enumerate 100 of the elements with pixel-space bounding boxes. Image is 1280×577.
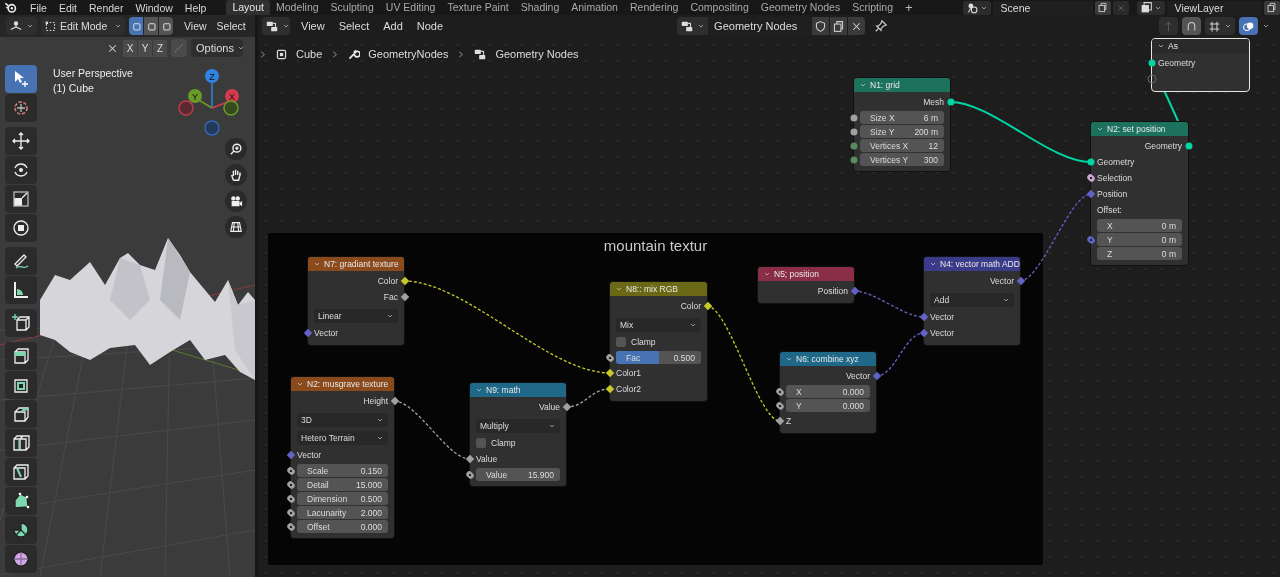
- socket-label: Vector: [314, 328, 339, 338]
- number-field[interactable]: Value 15.900: [476, 468, 560, 481]
- number-field[interactable]: Offset 0.000: [297, 520, 388, 533]
- number-field[interactable]: Size X 6 m: [860, 111, 944, 124]
- number-field[interactable]: Size Y 200 m: [860, 125, 944, 138]
- menu-item[interactable]: Select: [211, 20, 251, 32]
- slider-field[interactable]: Fac 0.500: [616, 351, 701, 364]
- dropdown[interactable]: 3D: [297, 413, 388, 427]
- node-header[interactable]: N7: gradiant texture: [308, 257, 404, 271]
- menu-item[interactable]: Edit: [52, 1, 83, 14]
- number-field[interactable]: Y 0 m: [1097, 233, 1182, 246]
- breadcrumb-item[interactable]: Geometry Nodes: [495, 48, 579, 60]
- dropdown[interactable]: Add: [930, 293, 1014, 307]
- number-field[interactable]: Scale 0.150: [297, 464, 388, 477]
- node-card[interactable]: N6: combine xyz Vector X 0.000 Y 0.000 Z: [779, 351, 877, 434]
- node-card[interactable]: N5; position Position: [757, 266, 855, 304]
- section-label: Offset:: [1097, 205, 1122, 215]
- number-field[interactable]: Vertices X 12: [860, 139, 944, 152]
- node-title: N1: grid: [870, 80, 900, 90]
- add-workspace-button[interactable]: +: [899, 0, 919, 15]
- workspace-tab[interactable]: Animation: [565, 0, 624, 15]
- number-field[interactable]: X 0.000: [786, 385, 870, 398]
- socket-label: Vector: [930, 312, 955, 322]
- menu-item[interactable]: Help: [178, 1, 213, 14]
- frame-label: mountain textur: [603, 237, 708, 255]
- node-title: N4: vector math ADD: [940, 259, 1020, 269]
- workspace-tab[interactable]: Scripting: [846, 0, 899, 15]
- node-header[interactable]: N2: musgrave texture: [291, 377, 394, 391]
- socket-label: Position: [1097, 189, 1128, 199]
- node-header[interactable]: N8:: mix RGB: [610, 282, 707, 296]
- node-card[interactable]: N4: vector math ADD Vector Add Vector Vector: [923, 256, 1021, 346]
- number-field[interactable]: Detail 15.000: [297, 478, 388, 491]
- mode-dropdown[interactable]: Edit Mode: [41, 17, 125, 35]
- node-header[interactable]: N9: math: [470, 383, 566, 397]
- view-layer-field[interactable]: ViewLayer: [1166, 0, 1262, 15]
- breadcrumb-item[interactable]: Cube: [296, 48, 323, 60]
- workspace-tab[interactable]: Shading: [514, 0, 566, 15]
- node-card[interactable]: N7: gradiant texture Color Fac Linear Vector: [307, 256, 405, 346]
- dropdown[interactable]: Linear: [314, 309, 398, 323]
- menu-item[interactable]: Node: [409, 20, 451, 32]
- dropdown[interactable]: Mix: [616, 318, 701, 332]
- socket-label: Value: [538, 402, 560, 412]
- workspace-tab[interactable]: Sculpting: [324, 0, 380, 15]
- node-card[interactable]: As Geometry: [1151, 38, 1250, 92]
- node-header[interactable]: N4: vector math ADD: [924, 257, 1020, 271]
- node-card[interactable]: N9: math Value Multiply Clamp Value Value 15.900: [469, 382, 567, 487]
- workspace-tab[interactable]: UV Editing: [379, 0, 442, 15]
- menu-item[interactable]: Render: [83, 1, 130, 14]
- node-card[interactable]: N2: musgrave texture Height 3D Hetero Terrain Vector Scale 0.150 Detail 15.000 Dimension 0.500 Lacunarity 2.000 Offset 0.000: [290, 376, 395, 539]
- socket-label: Vector: [297, 450, 322, 460]
- number-field[interactable]: Vertices Y 300: [860, 153, 944, 166]
- menu-item[interactable]: View: [294, 20, 332, 32]
- socket-label: Geometry: [1097, 157, 1135, 167]
- node-header[interactable]: N5; position: [758, 267, 854, 281]
- workspace-tab[interactable]: Rendering: [623, 0, 685, 15]
- number-field[interactable]: Y 0.000: [786, 399, 870, 412]
- viewport-info-text: (1) Cube: [53, 82, 95, 94]
- axis-label: Y: [192, 91, 198, 102]
- socket-label: Z: [786, 416, 792, 426]
- dropdown[interactable]: Multiply: [476, 419, 560, 433]
- scene-field[interactable]: Scene: [992, 0, 1093, 15]
- workspace-tab[interactable]: Compositing: [684, 0, 755, 15]
- node-title: N2: musgrave texture: [307, 379, 389, 389]
- number-field[interactable]: Lacunarity 2.000: [297, 506, 388, 519]
- socket-label: Position: [817, 286, 848, 296]
- node-card[interactable]: N1: grid Mesh Size X 6 m Size Y 200 m Vertices X 12 Vertices Y 300: [853, 77, 951, 172]
- checkbox-label: Clamp: [491, 438, 516, 448]
- node-header[interactable]: N1: grid: [854, 78, 950, 92]
- workspace-tab[interactable]: Modeling: [269, 0, 325, 15]
- breadcrumb-item[interactable]: GeometryNodes: [368, 48, 449, 60]
- options-dropdown[interactable]: Options: [191, 39, 243, 57]
- menu-item[interactable]: Select: [331, 20, 377, 32]
- number-field[interactable]: Dimension 0.500: [297, 492, 388, 505]
- socket-label: Geometry: [1144, 141, 1182, 151]
- workspace-tab[interactable]: Geometry Nodes: [754, 0, 847, 15]
- node-header[interactable]: N2: set position: [1091, 122, 1188, 136]
- socket-label: Geometry: [1158, 58, 1196, 68]
- dropdown[interactable]: Hetero Terrain: [297, 431, 388, 445]
- node-card[interactable]: N8:: mix RGB Color Mix Clamp Fac 0.500 Color1 Color2: [609, 281, 708, 402]
- workspace-tab[interactable]: Texture Paint: [441, 0, 515, 15]
- socket-label: Color: [680, 301, 701, 311]
- socket-label: Height: [363, 396, 388, 406]
- socket-label: Color: [377, 276, 398, 286]
- node-header[interactable]: As: [1152, 39, 1249, 53]
- node-title: N5; position: [774, 269, 819, 279]
- socket-label: Vector: [845, 371, 870, 381]
- viewport-info-text: User Perspective: [53, 67, 133, 79]
- number-field[interactable]: X 0 m: [1097, 219, 1182, 232]
- node-header[interactable]: N6: combine xyz: [780, 352, 876, 366]
- node-title: N9: math: [486, 385, 521, 395]
- node-card[interactable]: N2: set position Geometry Geometry Selection Position Offset: X 0 m Y 0 m Z 0 m: [1090, 121, 1189, 266]
- socket-label: Mesh: [923, 97, 944, 107]
- menu-item[interactable]: Add: [376, 20, 410, 32]
- node-title: As: [1168, 41, 1178, 51]
- workspace-tab[interactable]: Layout: [226, 0, 270, 15]
- menu-item[interactable]: View: [179, 20, 212, 32]
- number-field[interactable]: Z 0 m: [1097, 247, 1182, 260]
- menu-item[interactable]: Window: [129, 1, 179, 14]
- menu-item[interactable]: File: [24, 1, 53, 14]
- socket-label: Color1: [616, 368, 642, 378]
